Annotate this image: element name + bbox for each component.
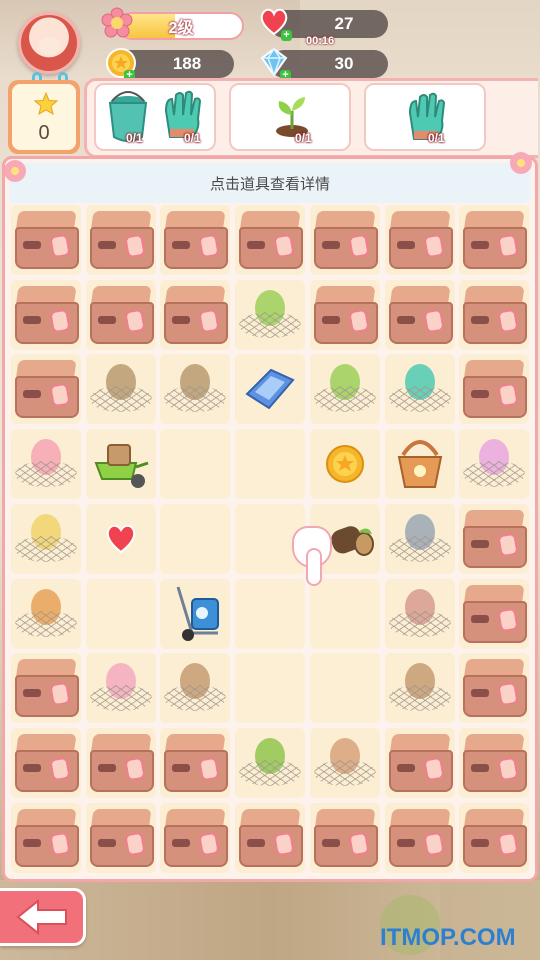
board-cell-box[interactable] [459,205,530,275]
board-cell-box[interactable] [384,205,455,275]
level-label: 2级 [168,20,194,37]
task-card-1[interactable]: 0/1 0/1 [94,83,216,151]
board-cell-box[interactable] [459,653,530,724]
task-1-item-1-count: 0/1 [126,131,143,145]
board-cell-box[interactable] [160,205,231,275]
board-cell-box[interactable] [85,205,156,275]
board-cell-empty [309,578,380,649]
coins-value: 188 [172,54,202,73]
board-cell-box[interactable] [459,279,530,350]
board-hint: 点击道具查看详情 [9,163,531,203]
board-cell-webbed-flag[interactable] [11,429,81,500]
board-cell-box[interactable] [11,727,81,798]
star-counter-box[interactable]: 0 [8,80,80,154]
board-cell-webbed-blossom[interactable] [85,653,156,724]
task-card-2[interactable]: 0/1 [229,83,351,151]
board-cell-box[interactable] [459,727,530,798]
tutorial-hand-pointer [288,508,336,586]
board-cell-box[interactable] [160,802,231,873]
corner-flower-left [4,160,26,182]
board-cell-box[interactable] [384,279,455,350]
board-cell-box[interactable] [384,727,455,798]
board-cell-box[interactable] [160,279,231,350]
board-cell-box[interactable] [85,279,156,350]
board-cell-webbed-stump[interactable] [384,653,455,724]
corner-flower-right [510,152,532,174]
board-cell-coin[interactable] [309,429,380,500]
board-cell-box[interactable] [309,279,380,350]
board-cell-box[interactable] [235,802,306,873]
player-avatar[interactable] [18,12,80,74]
back-button[interactable] [0,888,86,946]
board-cell-empty [309,653,380,724]
board-cell-webbed-branch[interactable] [384,578,455,649]
board-cell-box[interactable] [11,205,81,275]
board-cell-empty [235,578,306,649]
gems-value: 30 [334,54,354,73]
board-cell-box[interactable] [85,727,156,798]
board-cell-webbed-stump[interactable] [160,653,231,724]
board-cell-box[interactable] [459,354,530,425]
star-icon [34,92,58,116]
board-cell-box[interactable] [235,205,306,275]
board-cell-empty [235,429,306,500]
board-cell-webbed-glove[interactable] [384,354,455,425]
board-cell-webbed-sprout[interactable] [309,354,380,425]
arrow-left-icon [15,898,67,936]
board-cell-ice-block[interactable] [235,354,306,425]
board-cell-empty [160,429,231,500]
board-cell-webbed-carrot[interactable] [11,578,81,649]
board-cell-webbed-tap[interactable] [384,503,455,574]
star-count: 0 [38,122,50,144]
board-cell-box[interactable] [11,279,81,350]
board-cell-box[interactable] [11,653,81,724]
board-cell-box[interactable] [459,802,530,873]
board-cell-webbed-sprout[interactable] [235,279,306,350]
watermark: ITMOP.COM [380,924,516,951]
task-card-3[interactable]: 0/1 [364,83,486,151]
board-cell-webbed-seed[interactable] [160,354,231,425]
board-cell-webbed-ribbon[interactable] [459,429,530,500]
hearts-value: 27 [334,14,354,33]
task-1-item-2-count: 0/1 [184,131,201,145]
board-cell-box[interactable] [309,205,380,275]
board-cell-box[interactable] [11,802,81,873]
board-cell-webbed-seed[interactable] [85,354,156,425]
board-cell-box[interactable] [309,802,380,873]
board-cell-webbed-bag[interactable] [11,503,81,574]
board-cell-box[interactable] [459,503,530,574]
board-cell-box[interactable] [384,802,455,873]
board-cell-box[interactable] [160,727,231,798]
board-cell-box[interactable] [459,578,530,649]
board-cell-box[interactable] [11,354,81,425]
level-bar[interactable]: 2级 [118,12,244,40]
board-cell-wheelbarrow[interactable] [85,429,156,500]
board-cell-box[interactable] [85,802,156,873]
board-cell-basket[interactable] [384,429,455,500]
board-cell-empty [85,578,156,649]
board-cell-empty [160,503,231,574]
board-cell-empty [235,653,306,724]
board-cell-webbed-planks[interactable] [309,727,380,798]
task-2-item-1-count: 0/1 [295,131,312,145]
task-3-item-1-count: 0/1 [428,131,445,145]
heart-timer: 00:16 [306,35,335,47]
board-cell-heart[interactable] [85,503,156,574]
board-cell-webbed-wheelbarrow[interactable] [235,727,306,798]
level-flower-icon [100,6,134,40]
board-cell-hand-truck[interactable] [160,578,231,649]
add-hearts-icon[interactable]: + [281,30,292,41]
